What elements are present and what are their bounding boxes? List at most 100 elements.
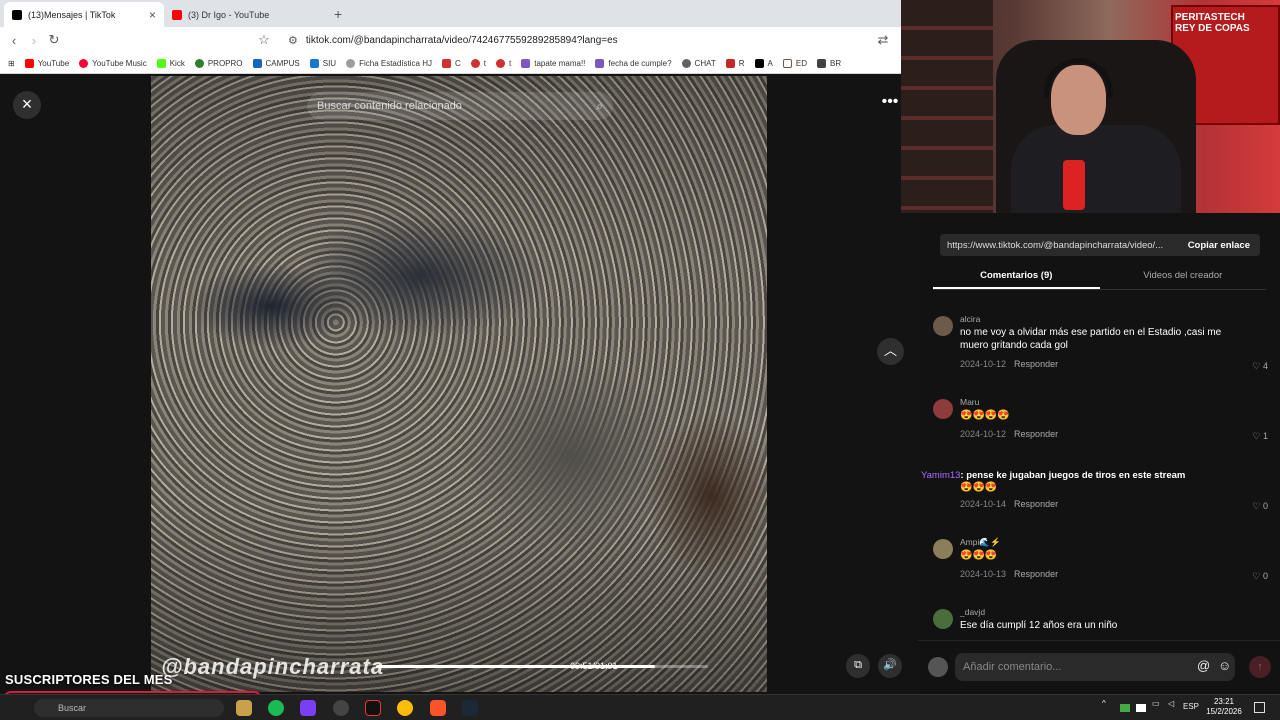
comment-user[interactable]: Maru [960,397,979,407]
bookmark-item[interactable]: R [725,58,745,68]
bookmark-item[interactable]: t [496,58,511,68]
comment-user[interactable]: Ampi🌊⚡ [960,537,1001,548]
volume-button[interactable]: 🔊 [878,654,902,678]
forward-icon[interactable]: › [24,33,44,48]
bookmark-item[interactable]: YouTube Music [79,58,147,68]
language-indicator[interactable]: ESP [1183,702,1199,711]
tab-youtube[interactable]: (3) Dr Igo - YouTube [164,2,324,27]
share-link[interactable]: https://www.tiktok.com/@bandapincharrata… [947,240,1163,251]
microphone-icon [1063,160,1085,210]
tab-comments[interactable]: Comentarios (9) [933,266,1100,289]
like-button[interactable]: ♡ 0 [1252,571,1268,582]
bookmark-star-icon[interactable]: ☆ [254,32,274,48]
tray-app-icon[interactable] [1136,704,1146,712]
close-tab-icon[interactable]: × [149,8,156,22]
video-shade [151,76,767,692]
translate-icon[interactable]: ⇄ [873,32,893,48]
send-comment-button[interactable]: ↑ [1249,656,1271,678]
volume-tray-icon[interactable]: ◁ [1168,699,1174,708]
video-player[interactable]: Buscar contenido relacionado ⌕ @bandapin… [151,76,767,692]
reply-button[interactable]: Responder [1014,499,1058,509]
comment-input[interactable]: Añadir comentario... [955,653,1235,681]
related-search-input[interactable]: Buscar contenido relacionado ⌕ [307,92,613,120]
bookmark-item[interactable]: fecha de cumple? [595,58,672,68]
avatar[interactable] [933,399,953,419]
bookmark-label: R [738,58,745,68]
comment-user[interactable]: _davjd [960,607,985,617]
like-button[interactable]: ♡ 1 [1252,431,1268,442]
reply-button[interactable]: Responder [1014,359,1058,369]
comment-text: 😍😍😍 [960,482,998,493]
notifications-icon[interactable] [1254,702,1265,713]
reload-icon[interactable]: ↻ [44,32,64,48]
bookmark-icon [754,58,764,68]
previous-video-button[interactable]: ︿ [877,338,904,365]
like-button[interactable]: ♡ 4 [1252,361,1268,372]
apps-grid-icon[interactable]: ⊞ [8,59,15,68]
close-video-button[interactable]: × [13,91,41,119]
more-options-icon[interactable]: ••• [878,91,902,115]
comment-meta: 2024-10-12 Responder [960,429,1058,439]
copy-link-button[interactable]: Copiar enlace [1178,234,1260,256]
bookmark-item[interactable]: Ficha Estadística HJ [346,58,432,68]
comment-date: 2024-10-12 [960,359,1007,369]
tiktok-app-icon[interactable] [365,700,381,716]
discord-icon[interactable] [300,700,316,716]
video-progress-bar[interactable] [376,665,708,668]
bookmark-item[interactable]: YouTube [24,58,69,68]
bookmark-item[interactable]: CHAT [681,58,716,68]
search-icon[interactable]: ⌕ [596,99,603,114]
bookmark-item[interactable]: ED [782,58,807,68]
bookmark-item[interactable]: BR [816,58,841,68]
network-icon[interactable]: ▭ [1152,699,1160,708]
bookmark-icon [442,58,451,68]
site-settings-icon[interactable]: ⚙ [288,34,298,47]
bookmark-item[interactable]: tapate mama!! [521,58,585,68]
tab-tiktok[interactable]: (13)Mensajes | TikTok × [4,2,164,27]
avatar[interactable] [933,609,953,629]
like-count: 0 [1262,571,1268,581]
chrome-icon[interactable] [397,700,413,716]
taskbar-clock[interactable]: 23:21 15/2/2026 [1200,697,1248,717]
webcam-overlay: PERITASTECH REY DE COPAS [901,0,1280,213]
bookmark-item[interactable]: PROPRO [194,58,243,68]
mention-icon[interactable]: @ [1197,658,1210,673]
file-explorer-icon[interactable] [236,700,252,716]
bookmark-label: A [767,58,773,68]
spotify-icon[interactable] [268,700,284,716]
reply-button[interactable]: Responder [1014,429,1058,439]
obs-icon[interactable] [333,700,349,716]
pip-button[interactable]: ⧉ [846,654,870,678]
url-field[interactable]: ⚙ tiktok.com/@bandapincharrata/video/742… [288,30,873,50]
avatar[interactable] [933,316,953,336]
steam-icon[interactable] [462,700,478,716]
reply-button[interactable]: Responder [1014,569,1058,579]
bookmark-label: C [455,58,461,68]
bookmark-item[interactable]: C [442,58,461,68]
avatar [928,657,948,677]
tray-chevron-icon[interactable]: ^ [1102,699,1106,708]
comment-user[interactable]: alcira [960,314,980,324]
bookmark-item[interactable]: SIU [309,58,336,68]
bookmark-icon [346,58,356,68]
bookmark-icon [725,58,735,68]
bookmark-item[interactable]: Kick [156,58,185,68]
like-button[interactable]: ♡ 0 [1252,501,1268,512]
back-icon[interactable]: ‹ [4,33,24,48]
avatar[interactable] [933,539,953,559]
bookmark-item[interactable]: A [754,58,773,68]
bookmark-item[interactable]: CAMPUS [252,58,300,68]
tab-creator-videos[interactable]: Videos del creador [1100,266,1267,289]
new-tab-button[interactable]: + [324,2,352,27]
comment-item: alcira no me voy a olvidar más ese parti… [933,314,1268,384]
bookmark-icon [79,58,89,68]
twitch-chat-overlay: Yamim13: pense ke jugaban juegos de tiro… [921,470,1185,481]
tray-app-icon[interactable] [1120,704,1130,712]
bookmark-item[interactable]: t [470,58,486,68]
brave-icon[interactable] [430,700,446,716]
clock-date: 15/2/2026 [1206,707,1242,716]
emoji-icon[interactable]: ☺ [1218,658,1231,673]
like-count: 4 [1262,361,1268,371]
bookmark-label: fecha de cumple? [608,58,672,68]
taskbar-search[interactable]: Buscar [34,699,224,717]
